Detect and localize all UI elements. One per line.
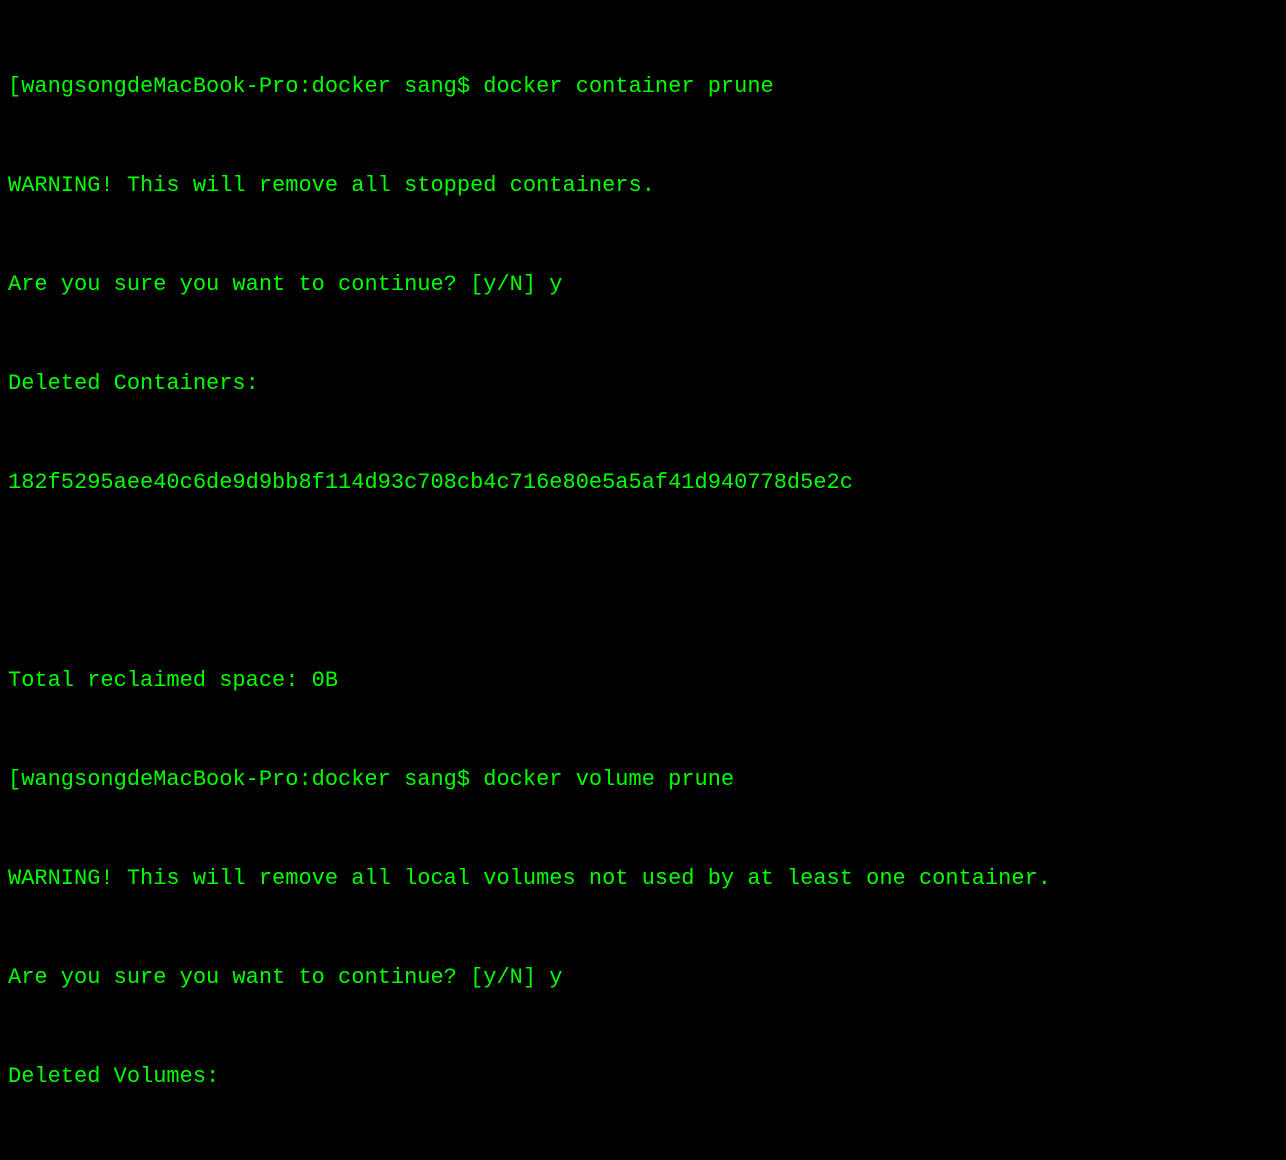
blank-line bbox=[8, 565, 1278, 598]
confirm-prompt: Are you sure you want to continue? [y/N] bbox=[8, 272, 549, 297]
terminal-output: 017cb1d7bc06176f919ae4d6cf999b7ab37e12b0… bbox=[8, 1159, 1278, 1160]
terminal-line: [wangsongdeMacBook-Pro:docker sang$ dock… bbox=[8, 763, 1278, 796]
terminal-output: Total reclaimed space: 0B bbox=[8, 664, 1278, 697]
terminal-output: Deleted Containers: bbox=[8, 367, 1278, 400]
command-text: docker volume prune bbox=[483, 767, 734, 792]
terminal-output: Deleted Volumes: bbox=[8, 1060, 1278, 1093]
prompt-bracket: [ bbox=[8, 767, 21, 792]
command-text: docker container prune bbox=[483, 74, 773, 99]
terminal-output: Are you sure you want to continue? [y/N]… bbox=[8, 268, 1278, 301]
confirm-answer: y bbox=[549, 272, 562, 297]
shell-prompt: wangsongdeMacBook-Pro:docker sang$ bbox=[21, 767, 483, 792]
terminal-window[interactable]: [wangsongdeMacBook-Pro:docker sang$ dock… bbox=[8, 4, 1278, 1160]
terminal-line: [wangsongdeMacBook-Pro:docker sang$ dock… bbox=[8, 70, 1278, 103]
terminal-output: 182f5295aee40c6de9d9bb8f114d93c708cb4c71… bbox=[8, 466, 1278, 499]
terminal-output: WARNING! This will remove all stopped co… bbox=[8, 169, 1278, 202]
prompt-bracket: [ bbox=[8, 74, 21, 99]
terminal-output: WARNING! This will remove all local volu… bbox=[8, 862, 1278, 895]
confirm-answer: y bbox=[549, 965, 562, 990]
shell-prompt: wangsongdeMacBook-Pro:docker sang$ bbox=[21, 74, 483, 99]
confirm-prompt: Are you sure you want to continue? [y/N] bbox=[8, 965, 549, 990]
terminal-output: Are you sure you want to continue? [y/N]… bbox=[8, 961, 1278, 994]
